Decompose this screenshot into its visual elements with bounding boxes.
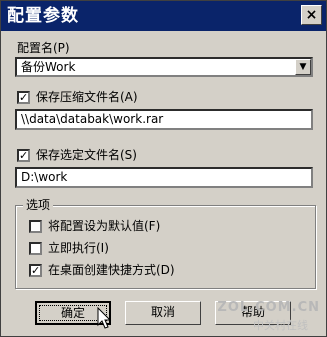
config-name-value: 备份Work [21,60,76,74]
config-name-label: 配置名(P) [17,41,70,55]
save-zip-label: 保存压缩文件名(A) [36,90,138,104]
dialog-window: 配置参数 × 配置名(P) 备份Work ▼ ✓ 保存压缩文件名(A) \\da… [0,0,327,337]
chevron-down-icon: ▼ [299,62,307,72]
mouse-cursor-icon [97,307,112,329]
save-selected-checkbox[interactable]: ✓ [17,149,30,162]
zip-path-value: \\data\databak\work.rar [21,112,164,126]
close-button[interactable]: × [301,5,322,25]
cancel-button[interactable]: 取消 [125,301,201,325]
option-shortcut-checkbox[interactable]: ✓ [29,264,42,277]
watermark-logo: ZOL.COM.CN [217,300,320,315]
option-default-checkbox[interactable] [29,220,42,233]
options-title: 选项 [23,198,54,212]
checkmark-icon: ✓ [19,149,29,162]
option-run-now-label: 立即执行(I) [48,241,109,255]
dropdown-button[interactable]: ▼ [295,59,311,75]
close-icon: × [305,7,318,23]
option-shortcut-label: 在桌面创建快捷方式(D) [48,263,175,277]
save-selected-label: 保存选定文件名(S) [36,148,137,162]
config-name-combobox[interactable]: 备份Work ▼ [15,57,313,77]
selected-path-input[interactable]: D:\work [15,167,313,188]
watermark-caption: 中关村在线 [253,319,308,332]
window-title: 配置参数 [7,6,79,26]
checkmark-icon: ✓ [19,91,29,104]
option-run-now-checkbox[interactable] [29,242,42,255]
option-default-label: 将配置设为默认值(F) [48,219,161,233]
checkmark-icon: ✓ [31,264,41,277]
selected-path-value: D:\work [21,170,68,184]
zip-path-input[interactable]: \\data\databak\work.rar [15,109,313,130]
title-bar[interactable]: 配置参数 × [1,1,326,31]
save-zip-checkbox[interactable]: ✓ [17,91,30,104]
